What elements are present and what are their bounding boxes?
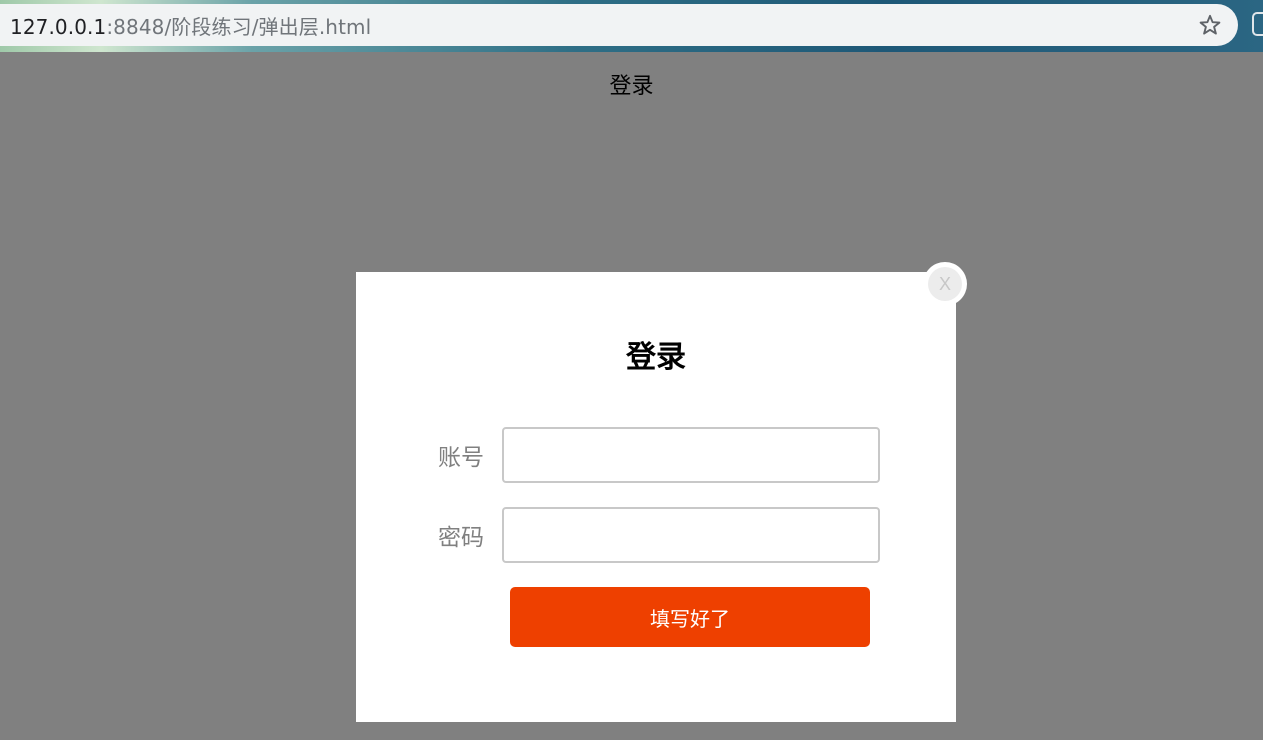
page-title-under-overlay: 登录	[609, 74, 654, 99]
url-host: 127.0.0.1	[10, 14, 107, 39]
close-button[interactable]: X	[923, 262, 967, 306]
address-bar[interactable]: 127.0.0.1:8848/阶段练习/弹出层.html	[0, 4, 1238, 46]
password-label: 密码	[438, 525, 484, 551]
close-icon: X	[928, 267, 962, 301]
account-label: 账号	[438, 445, 484, 471]
login-dialog: 登录 账号 密码 填写好了	[356, 272, 956, 722]
account-input[interactable]	[502, 427, 880, 483]
extension-icon[interactable]	[1252, 12, 1263, 36]
browser-toolbar: 127.0.0.1:8848/阶段练习/弹出层.html	[0, 0, 1263, 52]
star-icon[interactable]	[1198, 13, 1222, 37]
url-text[interactable]: 127.0.0.1:8848/阶段练习/弹出层.html	[10, 11, 371, 40]
dialog-title: 登录	[626, 340, 686, 375]
password-input[interactable]	[502, 507, 880, 563]
submit-button[interactable]: 填写好了	[510, 587, 870, 647]
url-path: :8848/阶段练习/弹出层.html	[106, 14, 372, 39]
